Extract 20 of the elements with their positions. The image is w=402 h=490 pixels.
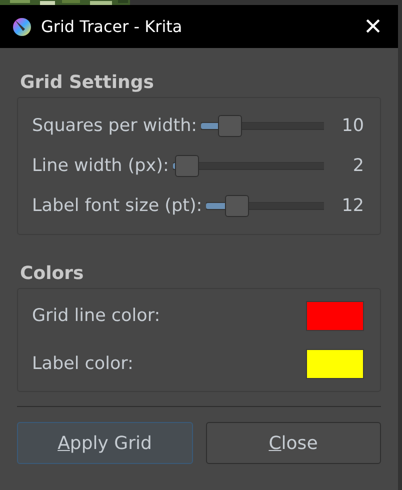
slider-label: Squares per width: — [32, 116, 198, 136]
close-button[interactable]: × — [348, 5, 398, 48]
color-swatch[interactable] — [306, 301, 364, 331]
slider-thumb[interactable] — [218, 115, 242, 137]
slider-value: 2 — [352, 156, 364, 176]
slider-label: Line width (px): — [32, 156, 169, 176]
section-heading: Grid Settings — [20, 71, 155, 95]
color-label: Label color: — [32, 354, 134, 374]
dialog-button[interactable]: Apply Grid — [17, 422, 192, 464]
window-title: Grid Tracer - Krita — [41, 17, 184, 36]
dialog-button[interactable]: Close — [206, 422, 381, 464]
slider-label: Label font size (pt): — [32, 196, 202, 216]
color-label: Grid line color: — [32, 306, 160, 326]
slider-value: 12 — [340, 196, 364, 216]
slider-value: 10 — [340, 116, 364, 136]
app-logo-icon — [12, 16, 32, 36]
slider-thumb[interactable] — [224, 195, 249, 217]
slider-thumb[interactable] — [175, 155, 200, 177]
section-heading: Colors — [20, 262, 85, 286]
color-swatch[interactable] — [306, 349, 364, 379]
